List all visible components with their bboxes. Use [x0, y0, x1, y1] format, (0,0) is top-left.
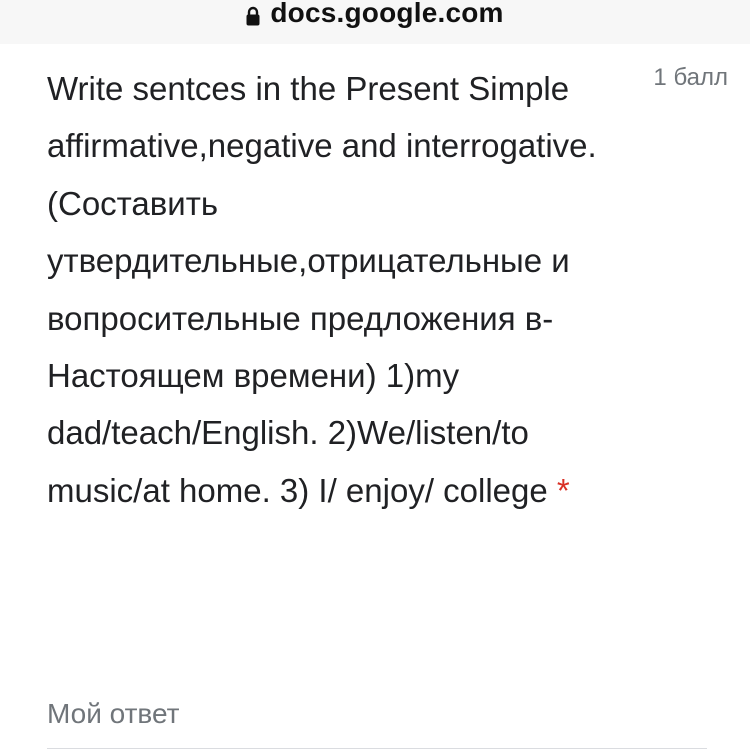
answer-input[interactable]: Мой ответ	[47, 696, 707, 749]
required-asterisk: *	[556, 471, 570, 509]
question-text: Write sentces in the Present Simple affi…	[47, 70, 597, 509]
url-display[interactable]: docs.google.com	[246, 0, 503, 29]
question-card: Write sentces in the Present Simple affi…	[0, 44, 750, 750]
url-text: docs.google.com	[270, 0, 504, 28]
points-label: 1 балл	[653, 64, 728, 91]
question-title: Write sentces in the Present Simple affi…	[47, 60, 627, 519]
lock-icon	[246, 6, 260, 26]
browser-address-bar[interactable]: docs.google.com	[0, 0, 750, 45]
answer-placeholder: Мой ответ	[47, 698, 180, 729]
